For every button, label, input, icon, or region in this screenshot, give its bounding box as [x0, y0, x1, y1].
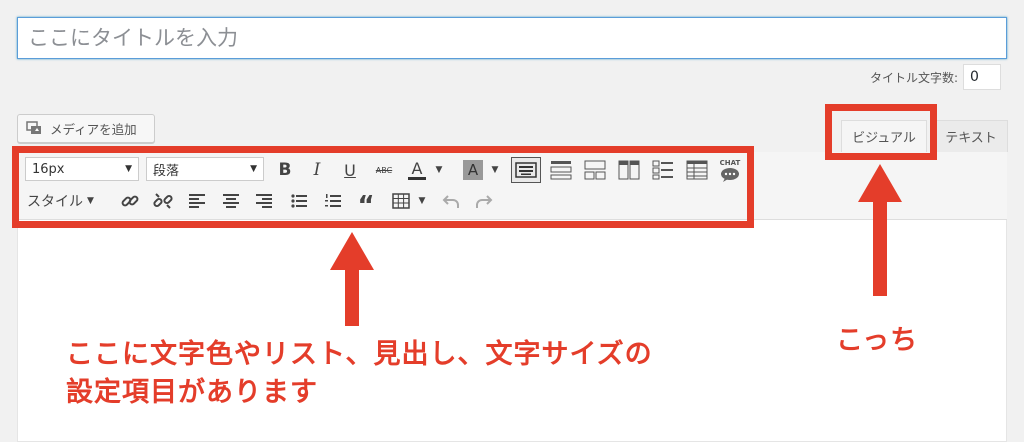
annotation-visual-tab: こっち [836, 325, 919, 356]
annotation-toolbar-line1: ここに文字色やリスト、見出し、文字サイズの [66, 339, 653, 370]
visual-tab-highlight-box [825, 104, 937, 160]
add-media-label: メディアを追加 [50, 122, 137, 137]
title-char-count-label: タイトル文字数: [869, 71, 958, 85]
add-media-button[interactable]: メディアを追加 [17, 114, 155, 143]
annotation-toolbar-line2: 設定項目があります [66, 377, 318, 408]
arrow-up-icon [330, 232, 374, 326]
tab-text[interactable]: テキスト [934, 120, 1008, 152]
title-char-count-value: 0 [963, 64, 1001, 90]
media-icon [26, 121, 43, 136]
post-title-input[interactable] [17, 17, 1007, 59]
toolbar-highlight-box [12, 146, 754, 228]
arrow-up-icon [858, 164, 902, 296]
